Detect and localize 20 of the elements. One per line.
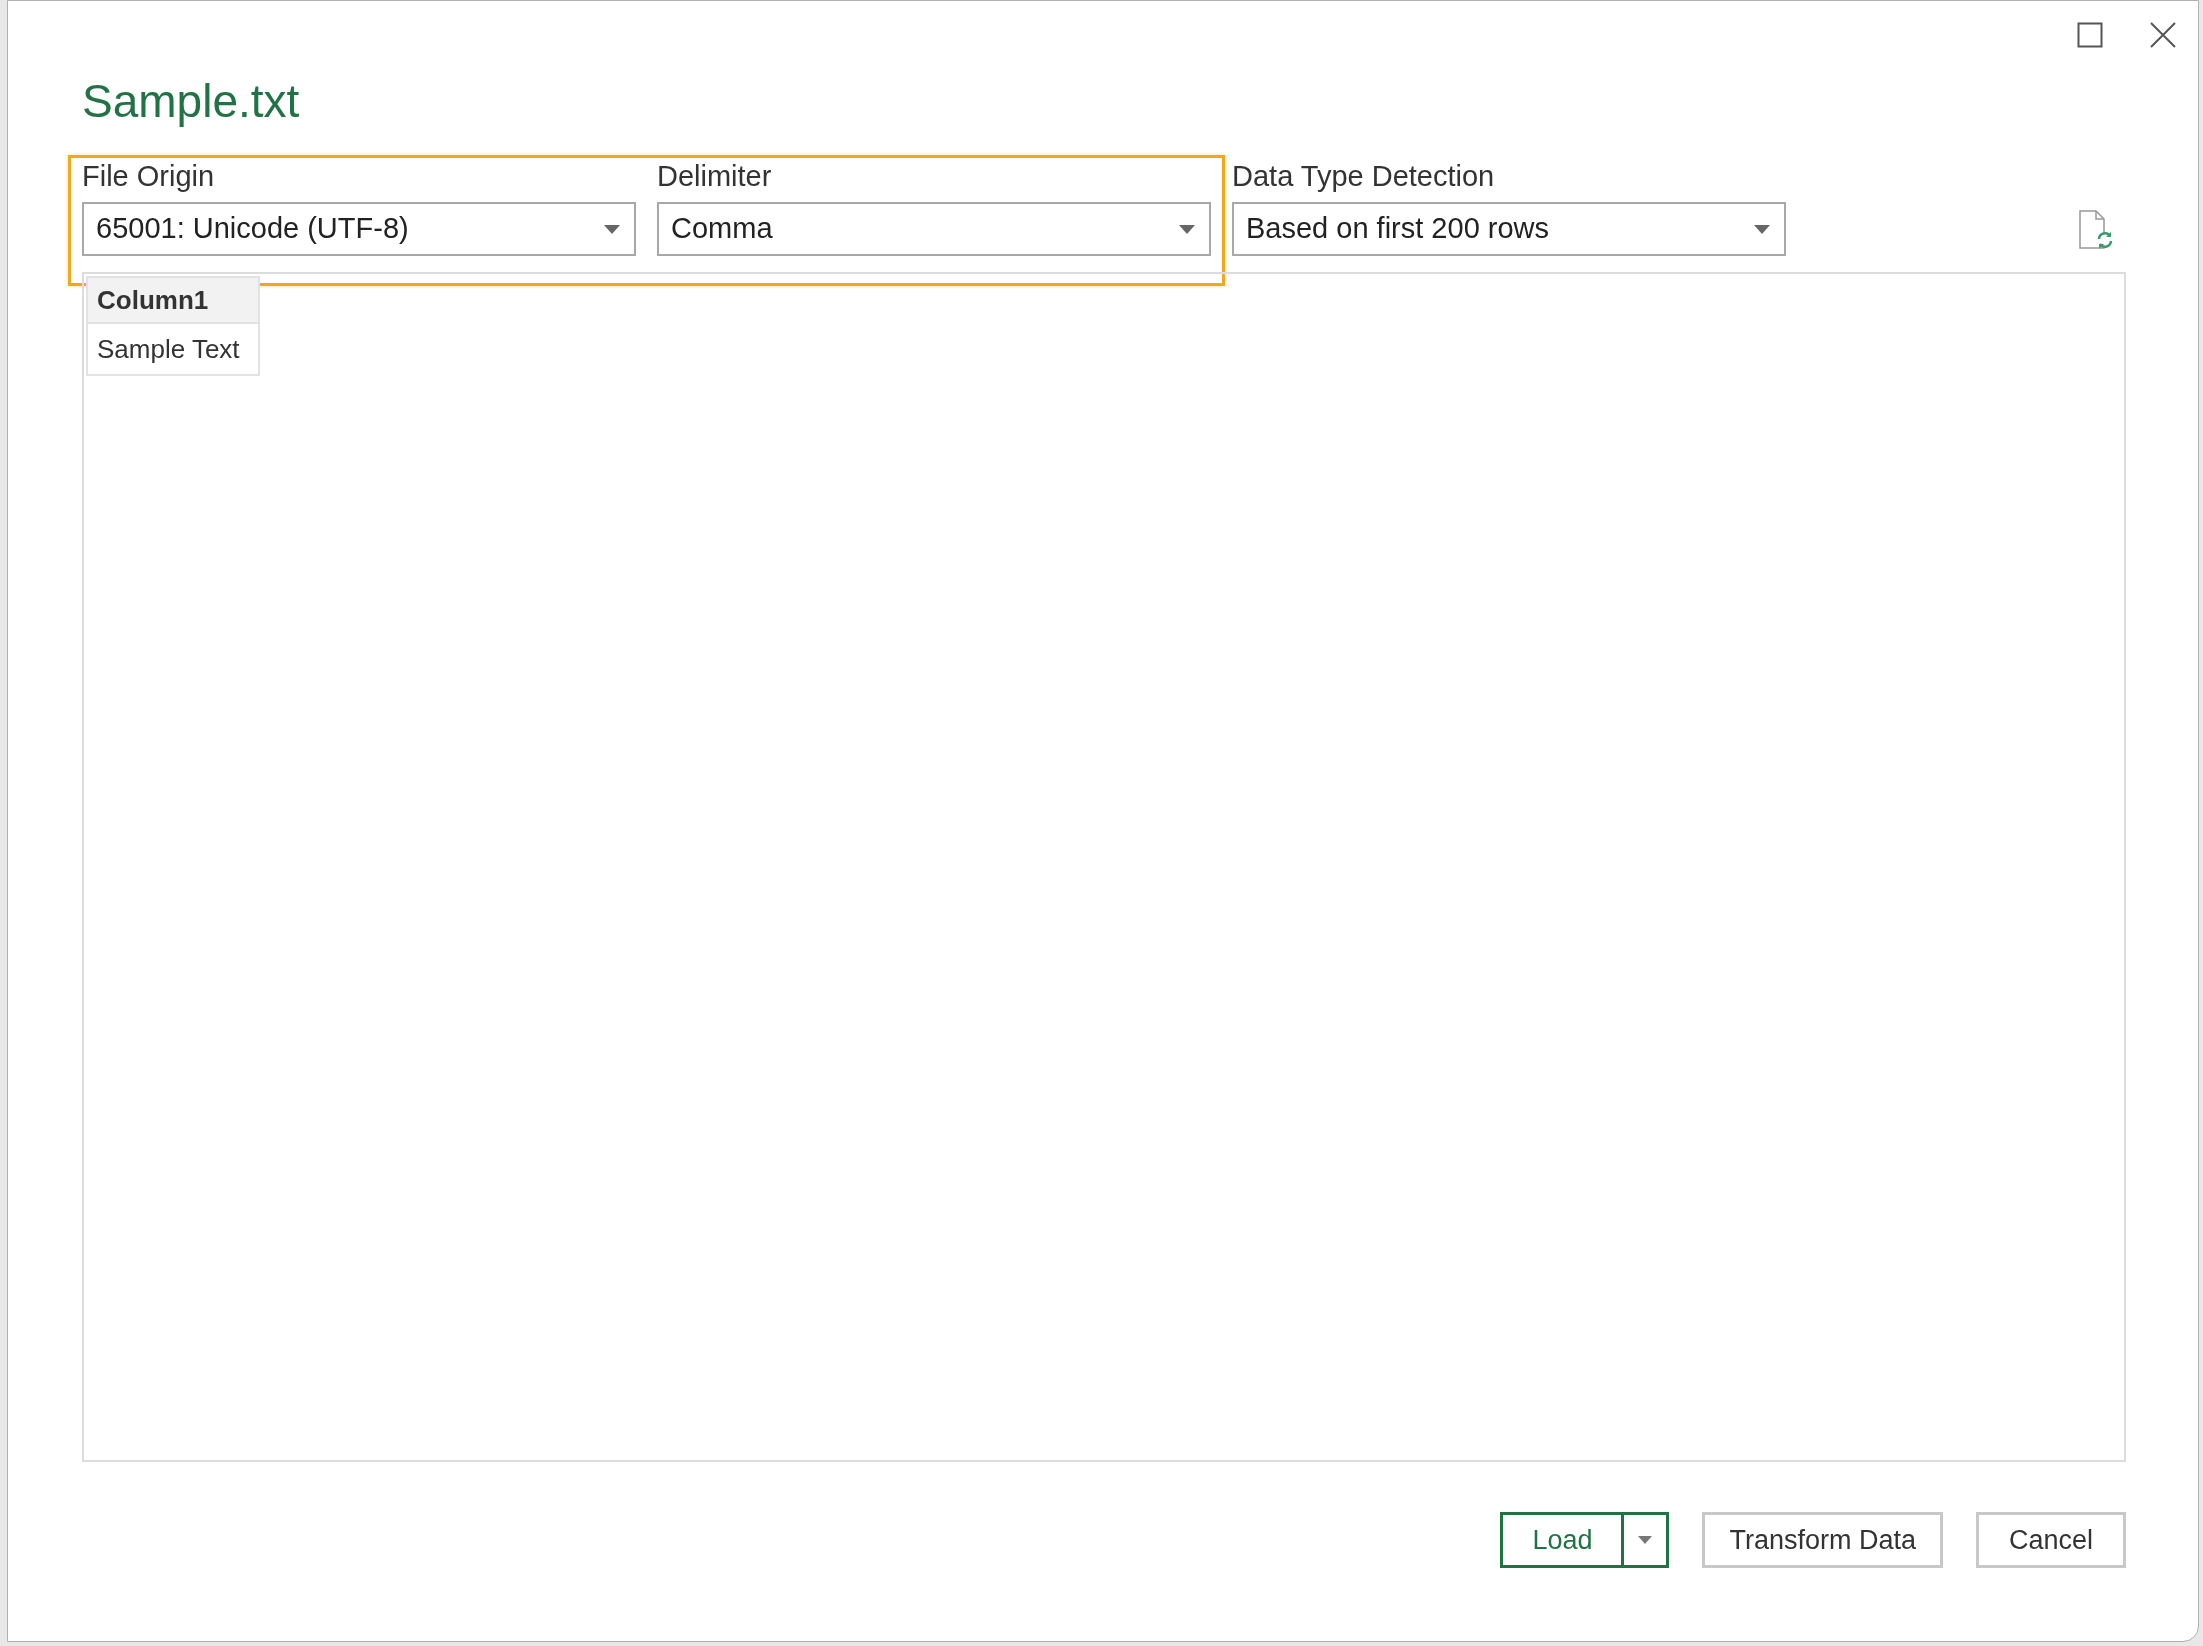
field-label: File Origin — [82, 159, 215, 194]
caret-icon — [1179, 224, 1195, 234]
close-button[interactable] — [2148, 20, 2178, 50]
caret-icon — [1638, 1536, 1653, 1544]
dialog-title: Sample.txt — [82, 74, 300, 129]
dialog-button[interactable]: Transform Data — [1702, 1512, 1943, 1568]
table-cell: Sample Text — [87, 323, 259, 375]
maximize-button[interactable] — [2076, 21, 2104, 49]
field-label: Data Type Detection — [1232, 159, 1495, 194]
field-label: Delimiter — [657, 159, 772, 194]
dropdown-field[interactable]: 65001: Unicode (UTF-8) — [82, 202, 636, 256]
dialog-button[interactable]: Cancel — [1976, 1512, 2126, 1568]
load-button[interactable]: Load — [1500, 1512, 1625, 1568]
caret-icon — [1754, 224, 1770, 234]
column-header: Column1 — [87, 277, 259, 323]
dropdown-field[interactable]: Based on first 200 rows — [1232, 202, 1786, 256]
dropdown-field[interactable]: Comma — [657, 202, 1211, 256]
caret-icon — [604, 224, 620, 234]
dropdown-arrow-button[interactable] — [1624, 1512, 1670, 1568]
refresh-file-icon[interactable] — [2078, 210, 2114, 250]
